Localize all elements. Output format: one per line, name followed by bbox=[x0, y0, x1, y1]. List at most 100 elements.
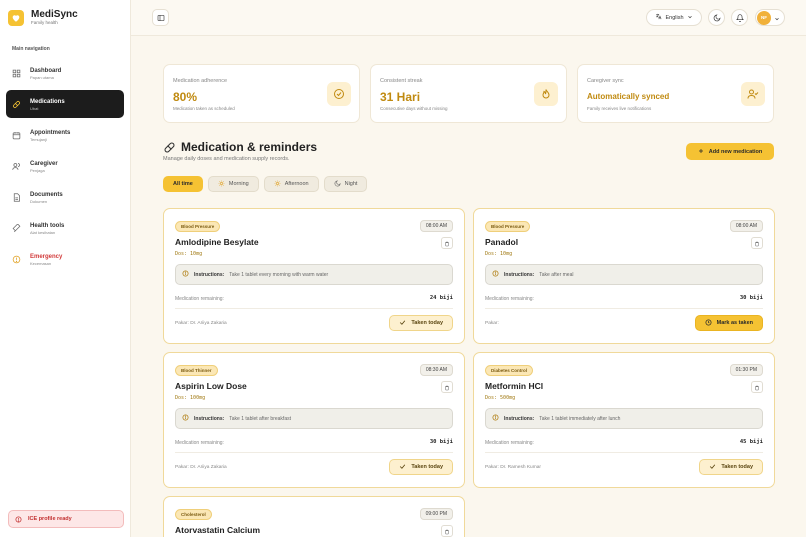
filter-label: Night bbox=[344, 181, 358, 187]
divider bbox=[175, 308, 453, 309]
taken-today-button[interactable]: Taken today bbox=[389, 459, 453, 475]
doctor-name: Pakar: Dr. Ariiya Zakaria bbox=[175, 465, 227, 470]
user-check-icon bbox=[741, 82, 765, 106]
filter-label: Morning bbox=[228, 181, 249, 187]
stat-subtitle: Family receives live notifications bbox=[587, 106, 652, 111]
remaining-label: Medication remaining: bbox=[175, 296, 224, 302]
pill-icon bbox=[12, 100, 21, 109]
calendar-icon bbox=[12, 131, 21, 140]
category-tag: Blood Thinner bbox=[175, 365, 218, 376]
doctor-name: Pakar: bbox=[485, 321, 499, 326]
topbar: English NF bbox=[131, 0, 806, 36]
brand-subtitle: Family health bbox=[31, 20, 58, 25]
filter-night[interactable]: Night bbox=[323, 176, 368, 192]
plus-icon bbox=[698, 148, 704, 156]
category-tag: Blood Pressure bbox=[175, 221, 221, 232]
medication-name: Metformin HCl bbox=[485, 381, 544, 391]
avatar: NF bbox=[757, 10, 771, 25]
sidebar-item-medications[interactable]: Medications Ubat bbox=[6, 90, 124, 118]
page-title: Medication & reminders bbox=[181, 140, 318, 154]
delete-button[interactable] bbox=[441, 237, 453, 249]
chevron-down-icon bbox=[687, 14, 693, 22]
instructions-text: Take 1 tablet every morning with warm wa… bbox=[229, 271, 329, 278]
stat-title: Caregiver sync bbox=[587, 78, 624, 84]
medication-card: Blood Thinner 08:30 AM Aspirin Low Dose … bbox=[163, 352, 465, 488]
sidebar-item-label: Dashboard bbox=[30, 67, 62, 74]
delete-button[interactable] bbox=[441, 381, 453, 393]
trash-icon bbox=[444, 234, 450, 252]
language-selector[interactable]: English bbox=[646, 9, 702, 26]
translate-icon bbox=[655, 13, 662, 22]
notifications-button[interactable] bbox=[731, 9, 748, 26]
sidebar-item-sub: Kecemasan bbox=[30, 260, 52, 266]
sidebar-toggle-button[interactable] bbox=[152, 9, 169, 26]
sidebar-item-label: Medications bbox=[30, 98, 65, 105]
heart-logo-icon bbox=[8, 9, 24, 26]
info-icon bbox=[182, 414, 189, 423]
stat-value: 80% bbox=[173, 90, 198, 104]
moon-icon bbox=[334, 179, 341, 189]
sidebar-item-sub: Papan utama bbox=[30, 74, 54, 80]
dose-amount: Dos: 500mg bbox=[485, 395, 516, 401]
category-tag: Blood Pressure bbox=[485, 221, 531, 232]
medication-name: Amlodipine Besylate bbox=[175, 237, 259, 247]
ice-profile-status[interactable]: ICE profile ready bbox=[8, 510, 124, 528]
divider bbox=[485, 308, 763, 309]
instructions-box: Instructions: Take 1 tablet immediately … bbox=[485, 408, 763, 429]
theme-toggle-button[interactable] bbox=[708, 9, 725, 26]
filter-afternoon[interactable]: Afternoon bbox=[263, 176, 319, 192]
dose-amount: Dos: 10mg bbox=[485, 251, 513, 257]
sidebar-item-documents[interactable]: Documents Dokumen bbox=[6, 183, 124, 211]
add-medication-label: Add new medication bbox=[708, 148, 763, 155]
divider bbox=[175, 452, 453, 453]
medication-card: Cholesterol 09:00 PM Atorvastatin Calciu… bbox=[163, 496, 465, 537]
page-subtitle: Manage daily doses and medication supply… bbox=[163, 156, 290, 162]
sidebar-toggle-icon bbox=[157, 9, 165, 27]
filter-all-time[interactable]: All time bbox=[163, 176, 203, 192]
delete-button[interactable] bbox=[441, 525, 453, 537]
dose-time: 09:00 PM bbox=[419, 508, 453, 520]
taken-today-button[interactable]: Taken today bbox=[699, 459, 763, 475]
main-navigation: Dashboard Papan utama Medications Ubat App… bbox=[6, 59, 124, 276]
sidebar-item-appointments[interactable]: Appointments Temujanji bbox=[6, 121, 124, 149]
delete-button[interactable] bbox=[751, 381, 763, 393]
sidebar-item-label: Appointments bbox=[30, 129, 71, 136]
brand[interactable]: MediSync Family health bbox=[8, 9, 78, 26]
sidebar-item-sub: Alat kesihatan bbox=[30, 229, 56, 235]
sidebar-item-caregiver[interactable]: Caregiver Penjaga bbox=[6, 152, 124, 180]
delete-button[interactable] bbox=[751, 237, 763, 249]
instructions-label: Instructions: bbox=[504, 415, 535, 422]
sidebar-item-sub: Ubat bbox=[30, 105, 39, 111]
mark-as-taken-button[interactable]: Mark as taken bbox=[694, 315, 763, 331]
instructions-text: Take 1 tablet after breakfast bbox=[229, 415, 291, 422]
user-menu[interactable]: NF bbox=[755, 9, 785, 26]
taken-today-button[interactable]: Taken today bbox=[389, 315, 453, 331]
users-icon bbox=[12, 162, 21, 171]
trash-icon bbox=[754, 234, 760, 252]
remaining-label: Medication remaining: bbox=[485, 296, 534, 302]
sidebar-item-dashboard[interactable]: Dashboard Papan utama bbox=[6, 59, 124, 87]
stat-subtitle: Consecutive days without missing bbox=[380, 106, 448, 111]
filter-label: All time bbox=[173, 181, 193, 187]
add-medication-button[interactable]: Add new medication bbox=[686, 143, 774, 160]
remaining-value: 30 biji bbox=[739, 295, 763, 301]
sidebar: MediSync Family health Main navigation D… bbox=[0, 0, 131, 537]
trash-icon bbox=[444, 378, 450, 396]
check-icon bbox=[399, 463, 406, 472]
filter-morning[interactable]: Morning bbox=[207, 176, 259, 192]
filter-label: Afternoon bbox=[284, 181, 309, 187]
stat-title: Medication adherence bbox=[173, 78, 228, 84]
sidebar-item-label: Documents bbox=[30, 191, 63, 198]
sidebar-item-emergency[interactable]: Emergency Kecemasan bbox=[6, 245, 124, 273]
dose-amount: Dos: 10mg bbox=[175, 251, 203, 257]
sidebar-item-sub: Dokumen bbox=[30, 198, 48, 204]
check-circle-icon bbox=[327, 82, 351, 106]
instructions-text: Take 1 tablet immediately after lunch bbox=[539, 415, 621, 422]
stat-value: 31 Hari bbox=[380, 90, 421, 104]
action-label: Taken today bbox=[411, 464, 443, 470]
dose-amount: Dos: 100mg bbox=[175, 395, 206, 401]
medication-name: Atorvastatin Calcium bbox=[175, 525, 261, 535]
stat-value: Automatically synced bbox=[587, 92, 670, 101]
sidebar-item-health-tools[interactable]: Health tools Alat kesihatan bbox=[6, 214, 124, 242]
info-icon bbox=[492, 270, 499, 279]
